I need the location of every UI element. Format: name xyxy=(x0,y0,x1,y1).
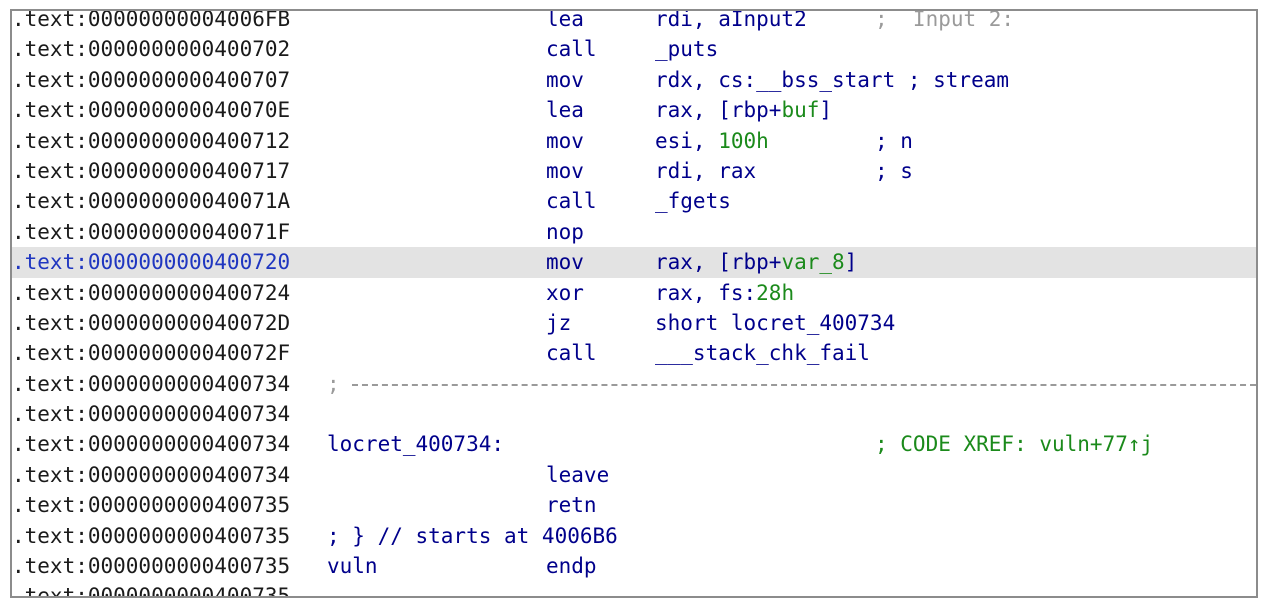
operand-text: _puts xyxy=(655,37,719,62)
code-line[interactable]: .text:0000000000400735 retn xyxy=(12,490,1256,520)
operand-symbol: 28h xyxy=(756,280,795,305)
mnemonic: call xyxy=(546,189,597,214)
disassembly-view[interactable]: .text:00000000004006FB lea rdi, aInput2 ; I… xyxy=(10,9,1258,598)
address: .text:0000000000400735 xyxy=(12,554,291,579)
mnemonic: call xyxy=(546,341,597,366)
address: .text:000000000040070E xyxy=(12,98,291,123)
operands[interactable]: _puts xyxy=(655,34,718,64)
operand-text: rdx, cs:__bss_start ; stream xyxy=(655,67,1010,92)
mnemonic: retn xyxy=(546,493,597,518)
code-line[interactable]: .text:000000000040071A call _fgets xyxy=(12,186,1256,216)
disassembly-listing: .text:00000000004006FB lea rdi, aInput2 ; I… xyxy=(12,9,1256,598)
address: .text:00000000004006FB xyxy=(12,9,291,31)
mnemonic: mov xyxy=(546,158,584,183)
code-line[interactable]: .text:0000000000400712 mov esi, 100h ; n xyxy=(12,126,1256,156)
comment: ; s xyxy=(875,158,913,183)
address: .text:0000000000400712 xyxy=(12,128,291,153)
comment: ; n xyxy=(875,128,913,153)
mnemonic: lea xyxy=(546,98,584,123)
operand-symbol: 100h xyxy=(718,128,769,153)
operand-symbol: var_8 xyxy=(781,250,845,275)
operands[interactable]: rax, fs:28h xyxy=(655,278,794,308)
operands[interactable]: _fgets xyxy=(655,186,731,216)
operands[interactable]: rdi, aInput2 xyxy=(655,9,807,34)
operand-text: rax, fs: xyxy=(655,280,757,305)
address: .text:0000000000400734 xyxy=(12,462,291,487)
separator-line xyxy=(352,383,1256,386)
operand-text: rdi, rax xyxy=(655,158,757,183)
operand-text: rdi, aInput2 xyxy=(655,9,807,31)
code-line[interactable]: .text:000000000040070E lea rax, [rbp+buf] xyxy=(12,95,1256,125)
address: .text:0000000000400724 xyxy=(12,280,291,305)
code-line[interactable]: .text:0000000000400724 xor rax, fs:28h xyxy=(12,278,1256,308)
code-line[interactable]: .text:0000000000400707 mov rdx, cs:__bss_s… xyxy=(12,65,1256,95)
code-line[interactable]: .text:0000000000400717 mov rdi, rax ; s xyxy=(12,156,1256,186)
code-xref-comment[interactable]: ; CODE XREF: vuln+77↑j xyxy=(875,429,1153,459)
address: .text:0000000000400717 xyxy=(12,158,291,183)
operands[interactable]: ___stack_chk_fail xyxy=(655,338,870,368)
address: .text:0000000000400702 xyxy=(12,37,291,62)
address: .text:0000000000400735 xyxy=(12,584,291,598)
operands[interactable]: rax, [rbp+var_8] xyxy=(655,247,857,277)
code-line[interactable]: .text:0000000000400702 call _puts xyxy=(12,34,1256,64)
address: .text:0000000000400720 xyxy=(12,250,291,275)
mnemonic: mov xyxy=(546,67,584,92)
mnemonic: jz xyxy=(546,310,572,335)
operand-text: esi, xyxy=(655,128,719,153)
mnemonic: nop xyxy=(546,219,584,244)
code-line[interactable]: .text:000000000040072D jz short locret_400… xyxy=(12,308,1256,338)
code-line[interactable]: .text:00000000004006FB lea rdi, aInput2 ; I… xyxy=(12,9,1256,34)
code-line[interactable]: .text:0000000000400735 ; } // starts at 4… xyxy=(12,521,1256,551)
code-label[interactable]: ; } // starts at 4006B6 xyxy=(327,521,618,551)
operand-text: short locret_400734 xyxy=(655,310,896,335)
address: .text:000000000040072F xyxy=(12,341,291,366)
code-line[interactable]: .text:000000000040071F nop xyxy=(12,217,1256,247)
code-line[interactable]: .text:0000000000400734 xyxy=(12,399,1256,429)
address: .text:000000000040071F xyxy=(12,219,291,244)
mnemonic: call xyxy=(546,37,597,62)
code-line[interactable]: .text:0000000000400734; xyxy=(12,369,1256,399)
comment: ; Input 2: xyxy=(875,9,1015,31)
operand-symbol: buf xyxy=(781,98,820,123)
operands[interactable]: short locret_400734 xyxy=(655,308,895,338)
selected-code-line[interactable]: .text:0000000000400720 mov rax, [rbp+var_8… xyxy=(12,247,1256,278)
code-label[interactable]: locret_400734: xyxy=(327,429,504,459)
address: .text:0000000000400735 xyxy=(12,493,291,518)
address: .text:0000000000400734 xyxy=(12,402,291,427)
operand-text: _fgets xyxy=(655,189,731,214)
code-line[interactable]: .text:0000000000400735 vuln endp xyxy=(12,551,1256,581)
address: .text:0000000000400734 xyxy=(12,432,291,457)
separator-semicolon: ; xyxy=(327,371,340,396)
operands[interactable]: esi, 100h xyxy=(655,126,769,156)
mnemonic: endp xyxy=(546,554,597,579)
operand-text: rax, [rbp+ xyxy=(655,98,782,123)
address: .text:0000000000400735 xyxy=(12,523,291,548)
operands[interactable]: rdi, rax xyxy=(655,156,756,186)
code-line[interactable]: .text:000000000040072F call ___stack_chk_f… xyxy=(12,338,1256,368)
code-label[interactable]: vuln xyxy=(327,551,378,581)
address: .text:000000000040072D xyxy=(12,310,291,335)
operand-text: ] xyxy=(819,98,833,123)
mnemonic: leave xyxy=(546,462,610,487)
code-line[interactable]: .text:0000000000400734 locret_400734: ; CO… xyxy=(12,429,1256,459)
operands[interactable]: rax, [rbp+buf] xyxy=(655,95,832,125)
mnemonic: xor xyxy=(546,280,584,305)
code-line[interactable]: .text:0000000000400735 xyxy=(12,581,1256,598)
operands[interactable]: rdx, cs:__bss_start ; stream xyxy=(655,65,1009,95)
mnemonic: mov xyxy=(546,128,584,153)
address: .text:0000000000400707 xyxy=(12,67,291,92)
mnemonic: lea xyxy=(546,9,584,31)
address: .text:0000000000400734 xyxy=(12,371,291,396)
operand-text: ___stack_chk_fail xyxy=(655,341,870,366)
code-line[interactable]: .text:0000000000400734 leave xyxy=(12,460,1256,490)
mnemonic: mov xyxy=(546,250,584,275)
address: .text:000000000040071A xyxy=(12,189,291,214)
operand-text: ] xyxy=(844,250,858,275)
operand-text: rax, [rbp+ xyxy=(655,250,782,275)
